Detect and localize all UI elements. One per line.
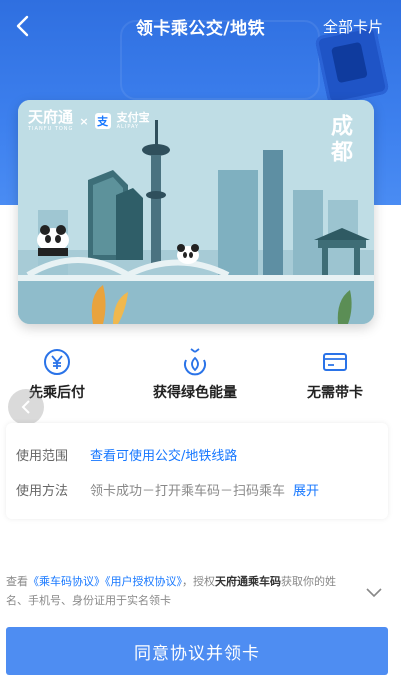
back-button[interactable] <box>8 12 36 40</box>
all-cards-link[interactable]: 全部卡片 <box>323 16 383 37</box>
tianfutong-logo: 天府通 TIANFU TONG <box>28 108 74 132</box>
city-name: 成都 <box>327 114 353 166</box>
navigation-bar: 领卡乘公交/地铁 全部卡片 <box>0 0 401 52</box>
chevron-left-icon <box>21 400 30 414</box>
chevron-left-icon <box>16 15 29 37</box>
leaf-energy-icon <box>184 348 206 376</box>
page-title: 领卡乘公交/地铁 <box>135 18 266 39</box>
usage-method-row: 使用方法 领卡成功－打开乘车码－扫码乘车 展开 <box>16 480 319 499</box>
usage-method-label: 使用方法 <box>16 484 69 499</box>
feature-no-card: 无需带卡 <box>270 348 400 402</box>
app-name: 天府通乘车码 <box>215 575 281 588</box>
card-icon <box>323 353 347 371</box>
usage-scope-row: 使用范围 查看可使用公交/地铁线路 <box>16 445 237 464</box>
feature-green-energy: 获得绿色能量 <box>130 348 260 402</box>
alipay-icon: 支 <box>94 113 111 129</box>
user-authorization-link[interactable]: 《用户授权协议》 <box>105 575 182 588</box>
usage-info-card: 使用范围 查看可使用公交/地铁线路 使用方法 领卡成功－打开乘车码－扫码乘车 展… <box>6 423 388 519</box>
chevron-down-icon[interactable] <box>365 585 383 599</box>
feature-list: 先乘后付 获得绿色能量 无需带卡 <box>0 348 401 408</box>
agreement-text: 查看《乘车码协议》《用户授权协议》，授权天府通乘车码获取你的姓名、手机号、身份证… <box>6 575 336 607</box>
usage-method-value: 领卡成功－打开乘车码－扫码乘车 <box>90 484 286 499</box>
alipay-logo: 支付宝 ALIPAY <box>116 111 150 130</box>
chengdu-skyline-illustration <box>18 100 374 324</box>
agree-and-claim-button[interactable]: 同意协议并领卡 <box>6 627 388 675</box>
transit-card-image: 天府通 TIANFU TONG × 支 支付宝 ALIPAY 成都 <box>18 100 374 324</box>
yuan-circle-icon <box>44 349 70 375</box>
usage-scope-label: 使用范围 <box>16 449 69 464</box>
view-routes-link[interactable]: 查看可使用公交/地铁线路 <box>90 445 237 464</box>
card-brand-logos: 天府通 TIANFU TONG × 支 支付宝 ALIPAY <box>28 110 150 132</box>
carousel-prev-button[interactable] <box>8 389 44 425</box>
expand-link[interactable]: 展开 <box>293 480 319 499</box>
ride-code-agreement-link[interactable]: 《乘车码协议》 <box>28 575 105 588</box>
brand-separator: × <box>79 114 89 128</box>
